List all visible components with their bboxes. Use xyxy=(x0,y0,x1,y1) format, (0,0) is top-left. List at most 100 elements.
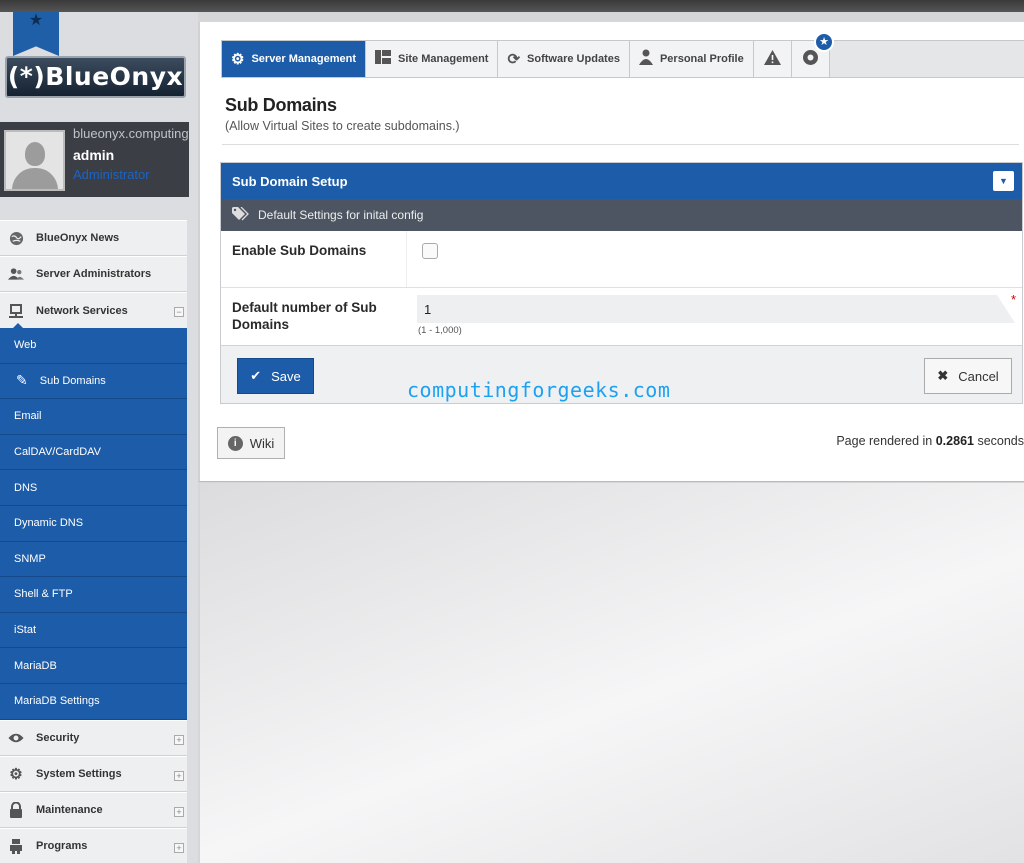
tab-server-management[interactable]: ⚙ Server Management xyxy=(222,41,366,77)
expand-toggle-icon[interactable]: + xyxy=(174,806,184,817)
render-prefix: Page rendered in xyxy=(836,434,936,448)
subdomain-setup-panel: Sub Domain Setup ▼ Default Settings for … xyxy=(220,162,1023,404)
sidebar-subitem-label: Email xyxy=(14,410,42,423)
button-label: Cancel xyxy=(958,368,999,384)
person-icon xyxy=(638,49,653,69)
expand-toggle-icon[interactable]: + xyxy=(174,734,184,745)
tab-site-management[interactable]: Site Management xyxy=(366,41,499,77)
sidebar-subitem-label: Dynamic DNS xyxy=(14,517,84,530)
tab-personal-profile[interactable]: Personal Profile xyxy=(629,41,754,77)
sidebar-item-label: BlueOnyx News xyxy=(36,232,120,244)
required-marker: * xyxy=(1010,292,1016,307)
enable-subdomains-row: Enable Sub Domains xyxy=(221,231,1022,288)
divider xyxy=(222,144,1019,145)
sidebar-item-label: System Settings xyxy=(36,767,122,780)
sidebar-subitem-label: MariaDB xyxy=(14,659,57,672)
bookmark-ribbon: ★ xyxy=(13,12,59,56)
sidebar-subitem-mariadb[interactable]: MariaDB xyxy=(0,648,187,684)
user-panel: blueonyx.computingforgeeks.com admin Adm… xyxy=(0,122,189,197)
sidebar-subitem-sub-domains[interactable]: ✎ Sub Domains xyxy=(0,363,187,400)
panel-header: Sub Domain Setup ▼ xyxy=(221,163,1022,199)
sidebar-subitem-dns[interactable]: DNS xyxy=(0,470,187,506)
field-label: Default number of Sub Domains xyxy=(232,300,377,332)
lock-icon xyxy=(8,801,24,818)
warning-icon xyxy=(763,49,781,69)
enable-subdomains-checkbox[interactable] xyxy=(422,243,438,259)
close-icon: ✖ xyxy=(937,368,949,383)
top-tab-bar: ⚙ Server Management Site Management ⟳ So… xyxy=(221,32,1024,78)
sidebar-item-label: Server Administrators xyxy=(36,268,152,280)
section-title: Default Settings for inital config xyxy=(258,208,424,222)
background-area xyxy=(200,483,1024,863)
layout-icon xyxy=(375,50,391,68)
users-icon xyxy=(8,266,24,282)
tags-icon xyxy=(232,206,249,224)
sidebar-subitem-mariadb-settings[interactable]: MariaDB Settings xyxy=(0,683,187,720)
sidebar-subitem-web[interactable]: Web xyxy=(0,328,187,364)
eye-icon xyxy=(8,730,24,746)
wiki-button[interactable]: i Wiki xyxy=(217,427,285,459)
subdomain-count-input[interactable] xyxy=(417,295,1015,323)
sidebar-item-label: Programs xyxy=(36,839,88,852)
sidebar-subitem-label: iStat xyxy=(14,624,37,637)
user-role-link[interactable]: Administrator xyxy=(73,167,150,182)
cancel-button[interactable]: ✖ Cancel xyxy=(924,358,1012,394)
main-panel: ⚙ Server Management Site Management ⟳ So… xyxy=(198,22,1024,482)
sidebar-subitem-label: Shell & FTP xyxy=(14,588,73,601)
favorites-star-badge[interactable]: ★ xyxy=(814,32,834,52)
pencil-icon: ✎ xyxy=(16,372,28,389)
user-name: admin xyxy=(73,147,115,163)
refresh-icon: ⟳ xyxy=(507,51,521,68)
sidebar-item-network-services[interactable]: Network Services − xyxy=(0,292,187,329)
sidebar-subitem-email[interactable]: Email xyxy=(0,399,187,435)
panel-title: Sub Domain Setup xyxy=(232,173,348,189)
sidebar-subitem-istat[interactable]: iStat xyxy=(0,612,187,649)
sidebar: ★ (*)BlueOnyx blueonyx.computingforgeeks… xyxy=(0,12,198,863)
avatar xyxy=(4,130,65,191)
chevron-down-icon[interactable]: ▼ xyxy=(993,171,1014,191)
tab-software-updates[interactable]: ⟳ Software Updates xyxy=(498,41,630,77)
globe-icon xyxy=(8,230,24,246)
render-suffix: seconds xyxy=(973,434,1024,448)
lifebuoy-icon xyxy=(802,49,819,70)
field-hint: (1 - 1,000) xyxy=(418,325,462,336)
info-icon: i xyxy=(227,435,243,451)
gear-icon: ⚙ xyxy=(9,765,23,783)
sidebar-subitem-caldav[interactable]: CalDAV/CardDAV xyxy=(0,434,187,471)
blueonyx-logo[interactable]: (*)BlueOnyx xyxy=(5,56,186,98)
gear-icon: ⚙ xyxy=(231,51,245,68)
sidebar-item-programs[interactable]: Programs + xyxy=(0,827,187,863)
watermark-text: computingforgeeks.com xyxy=(407,378,671,402)
sidebar-subitem-label: DNS xyxy=(14,481,38,494)
sidebar-item-system-settings[interactable]: ⚙ System Settings + xyxy=(0,755,187,792)
sidebar-item-security[interactable]: Security + xyxy=(0,719,187,756)
sidebar-item-maintenance[interactable]: Maintenance + xyxy=(0,791,187,828)
robot-icon xyxy=(8,838,24,854)
button-label: Save xyxy=(271,368,301,384)
section-header: Default Settings for inital config xyxy=(221,199,1022,231)
default-number-row: Default number of Sub Domains * (1 - 1,0… xyxy=(221,288,1022,344)
sidebar-subitem-dynamic-dns[interactable]: Dynamic DNS xyxy=(0,505,187,542)
sidebar-subitem-label: Web xyxy=(14,339,37,352)
sidebar-subitem-snmp[interactable]: SNMP xyxy=(0,541,187,578)
save-button[interactable]: ✔ Save xyxy=(237,358,314,394)
sidebar-subitem-shell-ftp[interactable]: Shell & FTP xyxy=(0,577,187,613)
sidebar-item-label: Maintenance xyxy=(36,803,103,816)
render-time-text: Page rendered in 0.2861 seconds xyxy=(836,434,1024,448)
button-label: Wiki xyxy=(249,435,275,451)
sidebar-nav: BlueOnyx News Server Administrators Netw… xyxy=(0,220,187,863)
render-time-value: 0.2861 xyxy=(935,434,974,448)
sidebar-item-server-administrators[interactable]: Server Administrators xyxy=(0,256,187,292)
expand-toggle-icon[interactable]: + xyxy=(174,770,184,781)
tab-label: Software Updates xyxy=(527,53,620,65)
server-hostname: blueonyx.computingforgeeks.com xyxy=(73,126,189,141)
check-icon: ✔ xyxy=(250,368,262,383)
expand-toggle-icon[interactable]: + xyxy=(174,842,184,853)
page-subtitle: (Allow Virtual Sites to create subdomain… xyxy=(225,119,460,133)
network-icon xyxy=(8,303,24,319)
tab-label: Site Management xyxy=(398,53,489,65)
warning-tab[interactable] xyxy=(753,41,792,77)
sidebar-item-blueonyx-news[interactable]: BlueOnyx News xyxy=(0,220,187,256)
collapse-toggle-icon[interactable]: − xyxy=(174,307,184,317)
sidebar-item-label: Network Services xyxy=(36,304,128,317)
